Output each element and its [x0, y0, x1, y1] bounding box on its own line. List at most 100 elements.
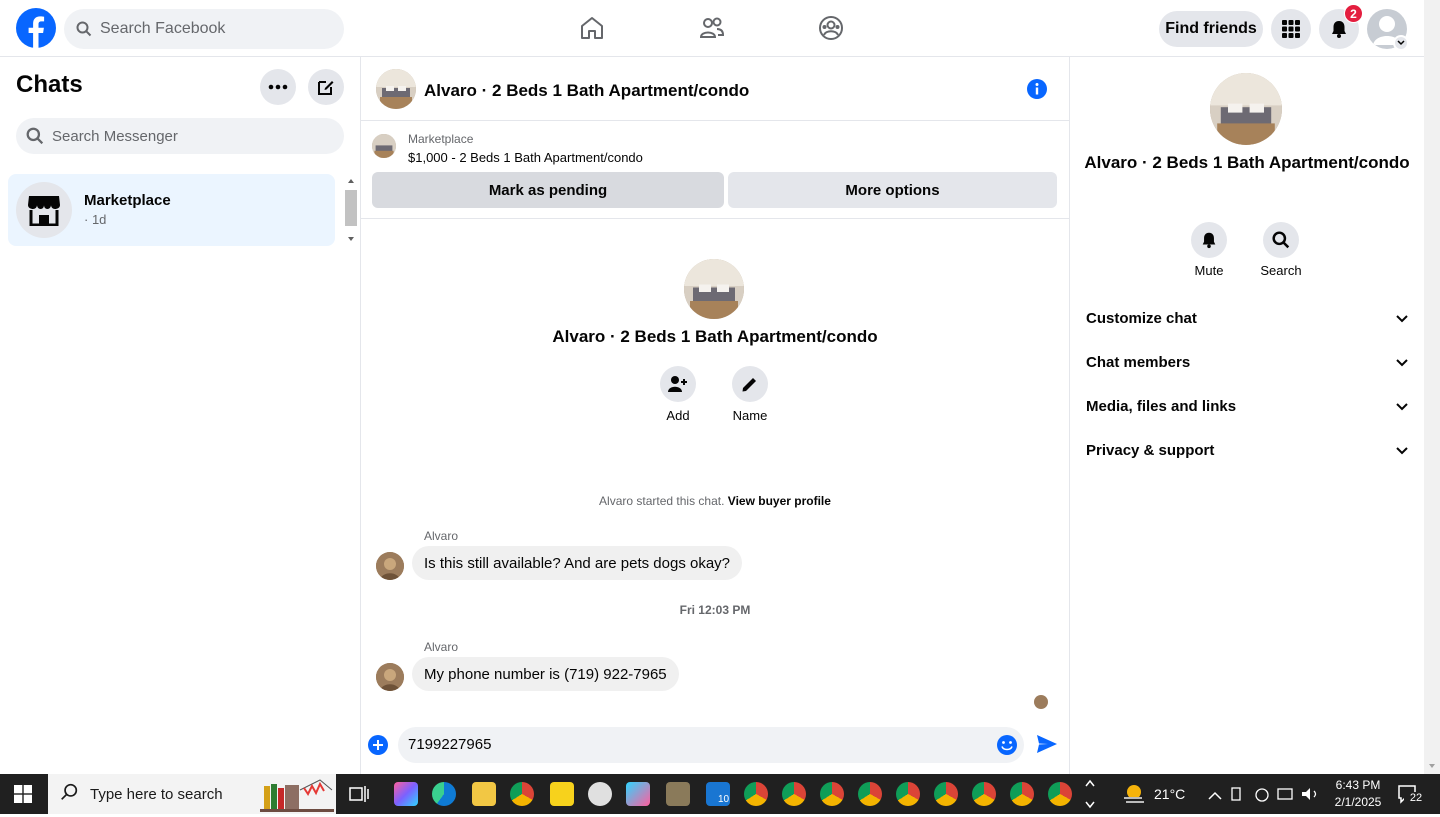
- friends-icon[interactable]: [698, 14, 726, 42]
- conversation-center-name: Alvaro · 2 Beds 1 Bath Apartment/condo: [552, 327, 878, 346]
- page-scrollbar[interactable]: [1424, 0, 1440, 774]
- microsoft-365-icon[interactable]: [626, 782, 650, 806]
- clock-date[interactable]: 2/1/2025: [1324, 795, 1392, 809]
- details-name: Alvaro · 2 Beds 1 Bath Apartment/condo: [1084, 153, 1410, 172]
- groups-icon[interactable]: [817, 14, 845, 42]
- chat-list-scroll-thumb[interactable]: [345, 190, 357, 226]
- task-view-icon[interactable]: [348, 784, 370, 809]
- send-icon[interactable]: [1036, 734, 1058, 759]
- mute-label: Mute: [1194, 263, 1224, 278]
- edge-browser-icon[interactable]: [432, 782, 456, 806]
- message-bubble[interactable]: My phone number is (719) 922-7965: [412, 657, 679, 691]
- tray-app-icons[interactable]: [1230, 786, 1324, 807]
- message-sender: Alvaro: [424, 640, 459, 654]
- listing-title[interactable]: $1,000 - 2 Beds 1 Bath Apartment/condo: [408, 150, 643, 165]
- marketplace-label: Marketplace: [408, 132, 474, 146]
- brushes-app-icon[interactable]: [666, 782, 690, 806]
- home-icon[interactable]: [578, 14, 606, 42]
- chrome-profile-icon[interactable]: [1010, 782, 1034, 806]
- mute-bell-icon[interactable]: [1191, 222, 1227, 258]
- chrome-profile-icon[interactable]: [820, 782, 844, 806]
- weather-temperature[interactable]: 21°C: [1154, 786, 1185, 802]
- notification-center-count: 22: [1404, 792, 1428, 807]
- windows-start-icon[interactable]: [14, 785, 32, 808]
- chat-item-time: · 1d: [84, 212, 107, 227]
- chrome-profile-icon[interactable]: [972, 782, 996, 806]
- clock-time[interactable]: 6:43 PM: [1324, 778, 1392, 792]
- name-label: Name: [732, 408, 768, 423]
- more-options-button[interactable]: More options: [728, 172, 1057, 208]
- chrome-profile-icon[interactable]: [782, 782, 806, 806]
- show-hidden-icons-chevron-icon[interactable]: [1208, 788, 1222, 806]
- chevron-down-icon[interactable]: [1393, 35, 1409, 51]
- chrome-icon[interactable]: [510, 782, 534, 806]
- taskbar-overflow-arrows[interactable]: [1084, 778, 1096, 815]
- chevron-down-icon: [1396, 310, 1408, 327]
- section-chat-members[interactable]: Chat members: [1086, 340, 1408, 384]
- message-timestamp: Fri 12:03 PM: [679, 603, 751, 617]
- sticky-notes-icon[interactable]: [550, 782, 574, 806]
- add-person-icon[interactable]: [660, 366, 696, 402]
- taskbar-search-input[interactable]: Type here to search: [48, 774, 336, 814]
- facebook-logo-icon[interactable]: [16, 8, 56, 48]
- windows-taskbar: Type here to search 10 21°C 6:43 PM 2/1/…: [0, 774, 1440, 814]
- section-media-files-links[interactable]: Media, files and links: [1086, 384, 1408, 428]
- chrome-profile-icon[interactable]: [744, 782, 768, 806]
- sender-avatar[interactable]: [376, 663, 404, 691]
- conversation-avatar[interactable]: [376, 69, 416, 109]
- section-label: Customize chat: [1086, 309, 1197, 327]
- search-icon: [60, 783, 78, 806]
- message-input[interactable]: 7199227965: [398, 727, 1024, 763]
- emoji-icon[interactable]: [996, 734, 1018, 761]
- chat-started-notice: Alvaro started this chat. View buyer pro…: [361, 494, 1069, 508]
- facebook-search-input[interactable]: Search Facebook: [64, 9, 344, 49]
- search-icon: [76, 21, 92, 37]
- messenger-search-input[interactable]: Search Messenger: [16, 118, 344, 154]
- copilot-icon[interactable]: [394, 782, 418, 806]
- conversation-header: Alvaro · 2 Beds 1 Bath Apartment/condo: [361, 57, 1069, 121]
- menu-grid-icon[interactable]: [1271, 9, 1311, 49]
- find-friends-button[interactable]: Find friends: [1159, 11, 1263, 47]
- chat-list-item[interactable]: Marketplace · 1d: [8, 174, 335, 246]
- section-label: Chat members: [1086, 353, 1191, 371]
- section-privacy-support[interactable]: Privacy & support: [1086, 428, 1408, 472]
- edit-pencil-icon[interactable]: [732, 366, 768, 402]
- top-bar: Search Facebook Find friends 2: [0, 0, 1424, 57]
- chevron-down-icon: [1396, 398, 1408, 415]
- chat-details-panel: Alvaro · 2 Beds 1 Bath Apartment/condo M…: [1070, 57, 1424, 774]
- new-message-icon[interactable]: [308, 69, 344, 105]
- view-buyer-profile-link[interactable]: View buyer profile: [728, 494, 831, 508]
- chrome-profile-icon[interactable]: [896, 782, 920, 806]
- conversation-panel: Alvaro · 2 Beds 1 Bath Apartment/condo M…: [361, 57, 1070, 774]
- add-attachment-icon[interactable]: [368, 735, 388, 755]
- conversation-large-avatar: [684, 259, 744, 319]
- search-label: Search: [1260, 263, 1302, 278]
- chevron-down-icon: [1396, 354, 1408, 371]
- chats-sidebar: Chats Search Messenger Marketplace · 1d: [0, 57, 361, 774]
- chats-title: Chats: [16, 71, 83, 98]
- marketplace-shop-icon: [16, 182, 72, 238]
- mark-as-pending-button[interactable]: Mark as pending: [372, 172, 724, 208]
- file-explorer-icon[interactable]: [472, 782, 496, 806]
- facebook-search-placeholder: Search Facebook: [100, 20, 226, 37]
- section-label: Media, files and links: [1086, 397, 1237, 415]
- conversation-title: Alvaro · 2 Beds 1 Bath Apartment/condo: [424, 81, 750, 100]
- paint-icon[interactable]: [588, 782, 612, 806]
- marketplace-listing-bar: Marketplace $1,000 - 2 Beds 1 Bath Apart…: [361, 122, 1069, 219]
- chrome-profile-icon[interactable]: [858, 782, 882, 806]
- notification-badge: 2: [1344, 4, 1363, 23]
- info-icon[interactable]: [1026, 78, 1048, 100]
- chrome-profile-icon[interactable]: [1048, 782, 1072, 806]
- more-options-icon[interactable]: [260, 69, 296, 105]
- sender-avatar[interactable]: [376, 552, 404, 580]
- weather-icon[interactable]: [1122, 782, 1146, 811]
- message-bubble[interactable]: Is this still available? And are pets do…: [412, 546, 743, 580]
- add-label: Add: [666, 408, 690, 423]
- section-customize-chat[interactable]: Customize chat: [1086, 296, 1408, 340]
- chat-started-text: Alvaro started this chat.: [599, 494, 728, 508]
- listing-thumbnail[interactable]: [372, 134, 396, 158]
- details-avatar[interactable]: [1210, 73, 1282, 145]
- chrome-profile-icon[interactable]: [934, 782, 958, 806]
- message-input-value: 7199227965: [408, 736, 492, 753]
- search-icon[interactable]: [1263, 222, 1299, 258]
